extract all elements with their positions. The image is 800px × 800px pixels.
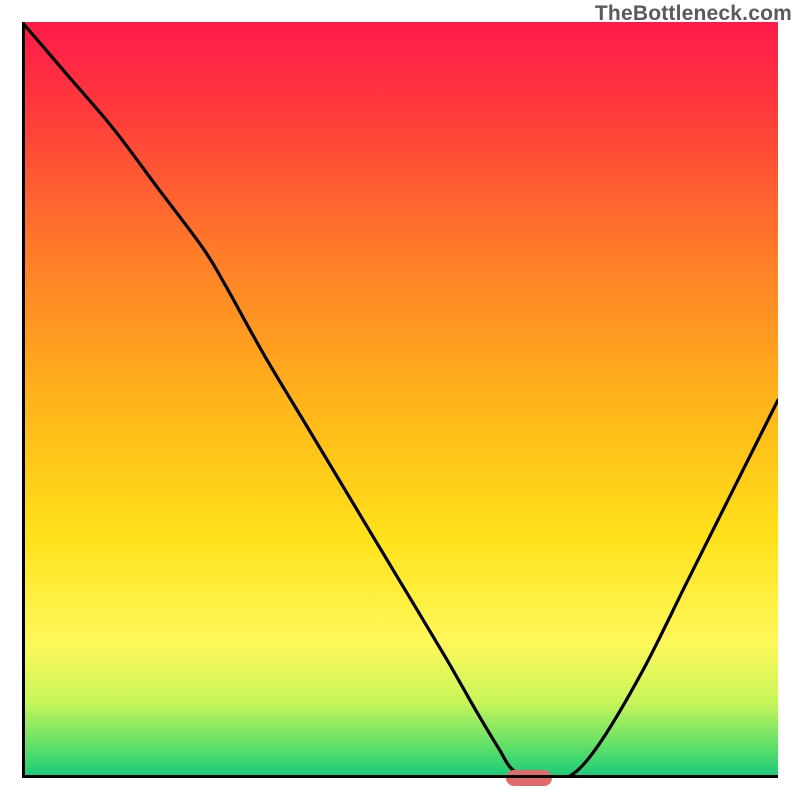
watermark-text: TheBottleneck.com: [595, 2, 792, 26]
plot-area: [22, 22, 778, 778]
bottleneck-curve: [22, 22, 778, 778]
x-axis: [22, 775, 778, 778]
optimal-marker: [506, 770, 552, 786]
chart-canvas: TheBottleneck.com: [0, 0, 800, 800]
y-axis: [22, 22, 25, 778]
